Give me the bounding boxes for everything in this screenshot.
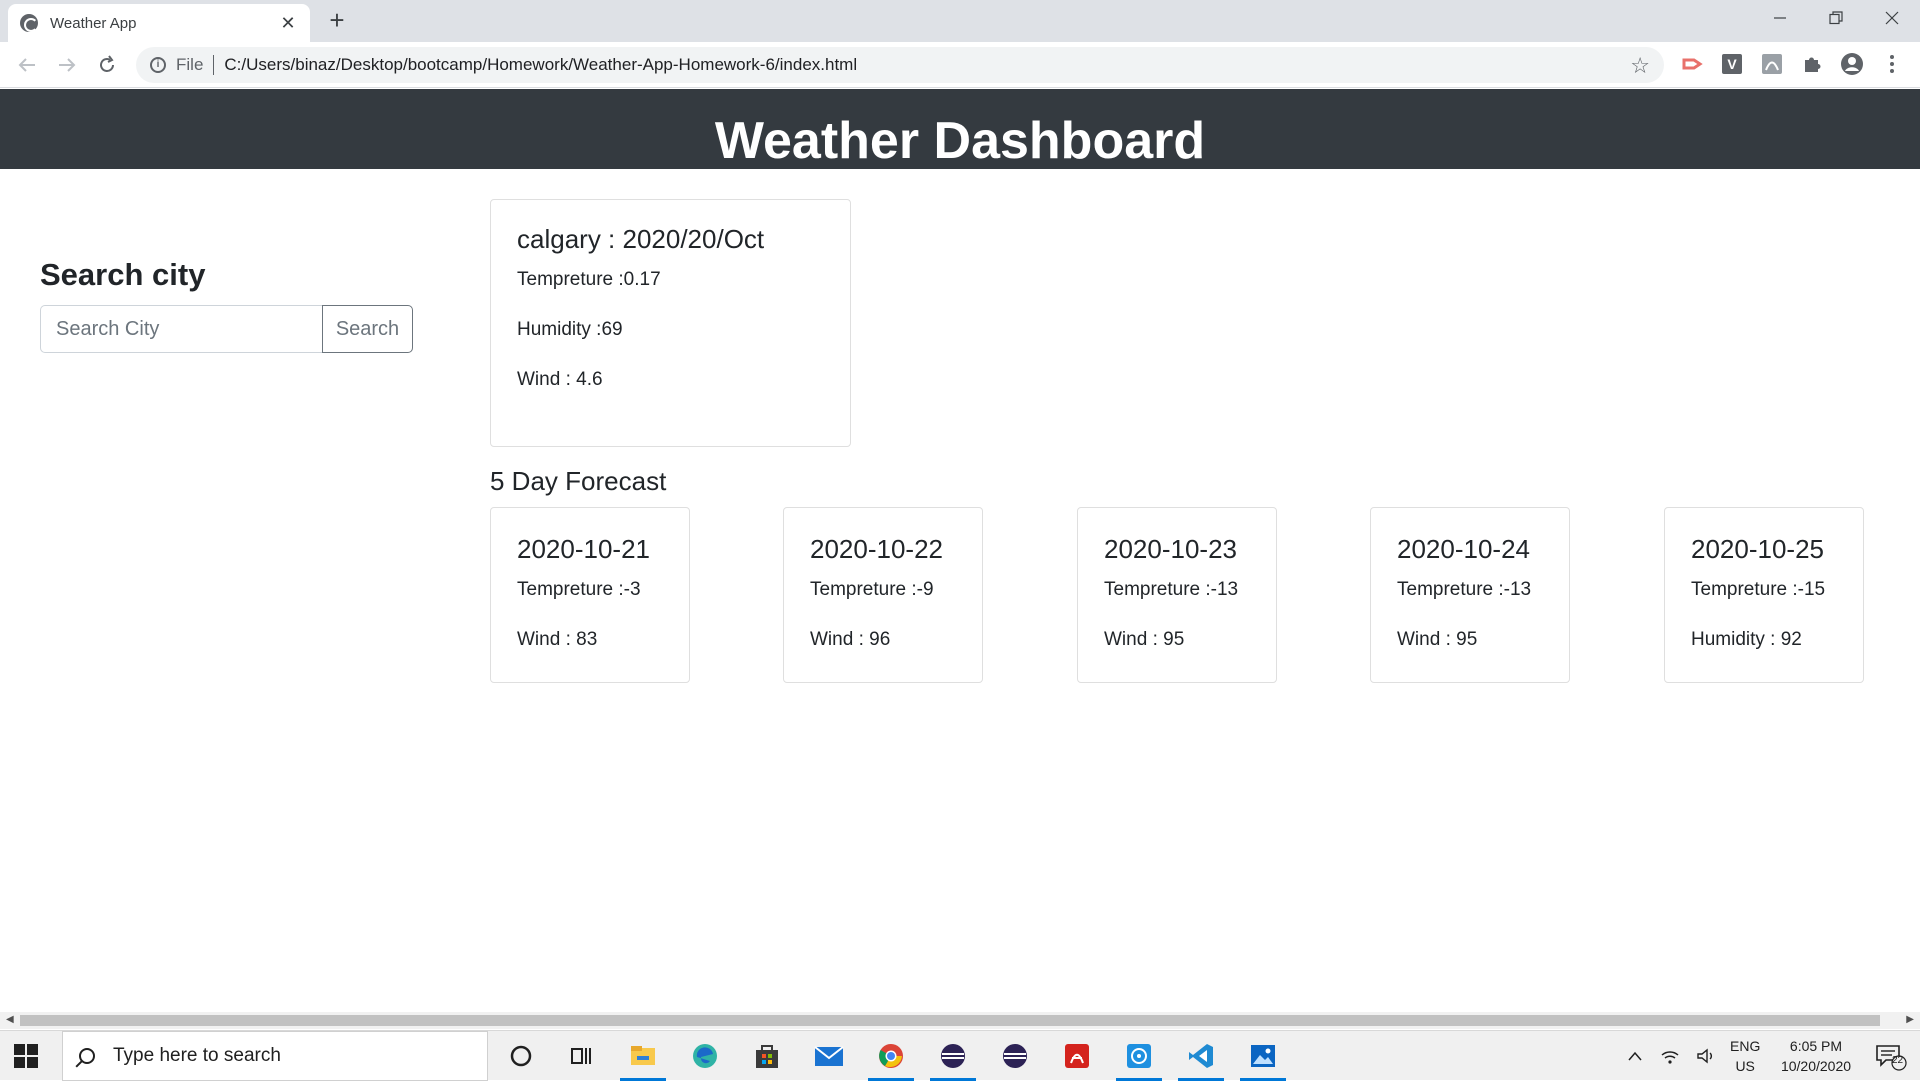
close-icon [1885, 11, 1899, 25]
forecast-temperature: Tempreture :-13 [1397, 579, 1532, 600]
back-button[interactable] [12, 50, 42, 80]
region-code: US [1735, 1058, 1755, 1074]
profile-avatar-icon[interactable] [1840, 52, 1864, 76]
chrome-icon[interactable] [866, 1031, 916, 1081]
address-bar[interactable]: i File C:/Users/binaz/Desktop/bootcamp/H… [136, 47, 1664, 83]
language-code: ENG [1730, 1038, 1761, 1054]
edge-browser-icon[interactable] [680, 1031, 730, 1081]
store-icon[interactable] [742, 1031, 792, 1081]
forecast-date: 2020-10-21 [517, 534, 650, 564]
scrollbar-thumb[interactable] [20, 1015, 1880, 1026]
search-icon [79, 1048, 95, 1064]
forecast-card: 2020-10-21 Tempreture :-3 Wind : 83 [490, 507, 690, 683]
forecast-date: 2020-10-22 [810, 534, 943, 564]
globe-icon [20, 14, 38, 32]
forecast-detail: Humidity : 92 [1691, 629, 1802, 650]
new-tab-button[interactable]: + [322, 6, 352, 36]
puzzle-icon[interactable] [1800, 52, 1824, 76]
window-controls [1752, 0, 1920, 36]
volume-icon[interactable] [1690, 1031, 1722, 1081]
cortana-icon[interactable] [496, 1031, 546, 1081]
current-city-title: calgary : 2020/20/Oct [517, 224, 765, 254]
restore-button[interactable] [1808, 0, 1864, 36]
clock[interactable]: 6:05 PM 10/20/2020 [1770, 1031, 1862, 1081]
restore-icon [1829, 11, 1843, 25]
divider [213, 55, 215, 75]
forecast-temperature: Tempreture :-9 [810, 579, 934, 600]
scheme-label: File [176, 55, 204, 74]
forecast-temperature: Tempreture :-15 [1691, 579, 1826, 600]
browser-tab-strip: Weather App ✕ + [0, 0, 1920, 42]
windows-start-icon[interactable] [14, 1044, 38, 1068]
forecast-temperature: Tempreture :-3 [517, 579, 641, 600]
current-weather-card: calgary : 2020/20/Oct Tempreture :0.17 H… [490, 199, 851, 447]
forecast-detail: Wind : 96 [810, 629, 891, 650]
minimize-icon [1774, 17, 1786, 19]
forecast-heading: 5 Day Forecast [490, 466, 667, 496]
search-button[interactable]: Search [322, 305, 413, 353]
current-humidity: Humidity :69 [517, 319, 623, 340]
photos-icon[interactable] [1238, 1031, 1288, 1081]
arrow-right-icon [59, 58, 76, 72]
browser-tab[interactable]: Weather App ✕ [8, 4, 310, 42]
scroll-right-icon[interactable]: ▶ [1906, 1014, 1914, 1025]
forecast-date: 2020-10-23 [1104, 534, 1237, 564]
vscode-icon[interactable] [1176, 1031, 1226, 1081]
forecast-card: 2020-10-24 Tempreture :-13 Wind : 95 [1370, 507, 1570, 683]
eclipse-icon-2[interactable] [990, 1031, 1040, 1081]
svg-text:V: V [1727, 56, 1737, 72]
file-explorer-icon[interactable] [618, 1031, 668, 1081]
network-icon[interactable] [1654, 1031, 1686, 1081]
forecast-temperature: Tempreture :-13 [1104, 579, 1239, 600]
mail-icon[interactable] [804, 1031, 854, 1081]
search-heading: Search city [40, 257, 206, 292]
page-title: Weather Dashboard [0, 89, 1920, 169]
forecast-card: 2020-10-25 Tempreture :-15 Humidity : 92 [1664, 507, 1864, 683]
page-viewport: Weather Dashboard Search city Search cal… [0, 89, 1920, 1015]
task-view-icon[interactable] [556, 1031, 606, 1081]
tab-title: Weather App [50, 14, 137, 32]
acrobat-icon[interactable] [1052, 1031, 1102, 1081]
forward-button[interactable] [52, 50, 82, 80]
info-icon[interactable]: i [150, 57, 166, 73]
search-city-input[interactable] [40, 305, 322, 353]
tab-close-icon[interactable]: ✕ [278, 13, 298, 34]
language-indicator[interactable]: ENG US [1730, 1031, 1760, 1081]
taskbar-search-placeholder: Type here to search [113, 1045, 281, 1066]
clock-date: 10/20/2020 [1780, 1058, 1852, 1074]
browser-toolbar: i File C:/Users/binaz/Desktop/bootcamp/H… [0, 42, 1920, 88]
app-blue-icon[interactable] [1114, 1031, 1164, 1081]
url-text[interactable]: C:/Users/binaz/Desktop/bootcamp/Homework… [224, 55, 857, 75]
notification-count: 22 [1892, 1055, 1904, 1066]
taskbar: Type here to search ENG US 6:05 PM 10/20… [0, 1030, 1920, 1081]
extension-v-icon[interactable]: V [1720, 52, 1744, 76]
reload-icon [100, 55, 114, 72]
reload-button[interactable] [92, 50, 122, 80]
close-window-button[interactable] [1864, 0, 1920, 36]
clock-time: 6:05 PM [1789, 1038, 1843, 1054]
bookmark-star-icon[interactable]: ☆ [1630, 53, 1650, 79]
notifications-button[interactable]: 22 [1866, 1031, 1916, 1081]
pdf-extension-icon[interactable] [1760, 52, 1784, 76]
extension-red-icon[interactable] [1680, 52, 1704, 76]
horizontal-scrollbar[interactable]: ◀ ▶ [0, 1012, 1920, 1029]
current-temperature: Tempreture :0.17 [517, 269, 661, 290]
tray-chevron-up-icon[interactable] [1620, 1031, 1650, 1081]
taskbar-search-box[interactable]: Type here to search [62, 1031, 488, 1081]
arrow-left-icon [18, 58, 35, 72]
forecast-detail: Wind : 95 [1397, 629, 1478, 650]
eclipse-icon[interactable] [928, 1031, 978, 1081]
current-wind: Wind : 4.6 [517, 369, 603, 390]
minimize-button[interactable] [1752, 0, 1808, 36]
forecast-card: 2020-10-22 Tempreture :-9 Wind : 96 [783, 507, 983, 683]
search-group: Search [40, 305, 413, 353]
forecast-date: 2020-10-25 [1691, 534, 1824, 564]
forecast-card: 2020-10-23 Tempreture :-13 Wind : 95 [1077, 507, 1277, 683]
more-menu-icon[interactable] [1880, 52, 1904, 76]
forecast-detail: Wind : 95 [1104, 629, 1185, 650]
forecast-detail: Wind : 83 [517, 629, 598, 650]
scroll-left-icon[interactable]: ◀ [6, 1014, 14, 1025]
forecast-date: 2020-10-24 [1397, 534, 1530, 564]
